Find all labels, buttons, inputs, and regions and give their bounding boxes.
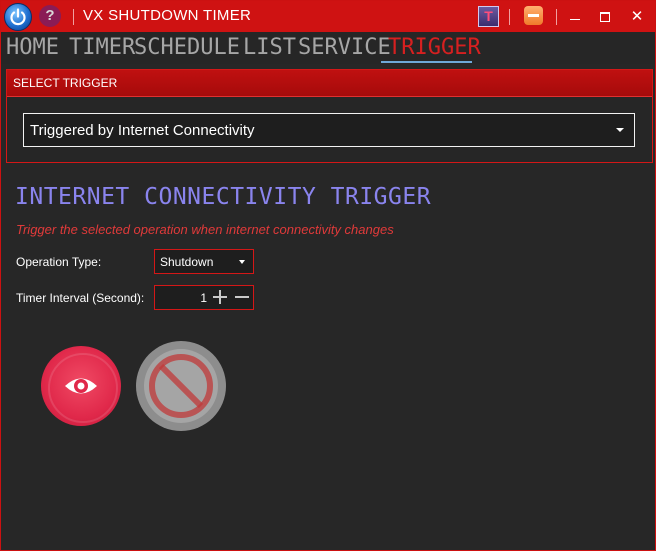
- tab-home[interactable]: HOME: [6, 35, 59, 61]
- trigger-dropdown-value: Triggered by Internet Connectivity: [30, 122, 255, 139]
- tray-minimize-icon[interactable]: [524, 6, 543, 25]
- title-separator: [73, 9, 74, 25]
- tab-schedule[interactable]: SCHEDULE: [134, 35, 240, 61]
- maximize-button[interactable]: [591, 1, 619, 32]
- panel-header: SELECT TRIGGER: [7, 70, 652, 97]
- title-separator: [556, 9, 557, 25]
- stop-button[interactable]: [136, 341, 226, 431]
- monitor-button[interactable]: [41, 346, 121, 426]
- trigger-dropdown[interactable]: Triggered by Internet Connectivity: [23, 113, 635, 147]
- help-icon[interactable]: ?: [39, 5, 61, 27]
- tab-service[interactable]: SERVICE: [298, 35, 391, 61]
- tab-trigger[interactable]: TRIGGER: [388, 35, 481, 61]
- operation-type-dropdown[interactable]: Shutdown: [154, 249, 254, 274]
- operation-type-label: Operation Type:: [16, 255, 102, 269]
- title-bar: ? VX SHUTDOWN TIMER T ✕: [1, 1, 655, 32]
- tab-timer[interactable]: TIMER: [69, 35, 135, 61]
- panel-title: SELECT TRIGGER: [13, 76, 118, 90]
- title-separator: [509, 9, 510, 25]
- minus-icon[interactable]: [233, 288, 251, 306]
- timer-interval-label: Timer Interval (Second):: [16, 291, 145, 305]
- power-icon[interactable]: [4, 3, 32, 31]
- power-symbol: [10, 8, 26, 26]
- theme-icon[interactable]: T: [478, 6, 499, 27]
- app-window: ? VX SHUTDOWN TIMER T ✕ HOME TIMER SCHED…: [0, 0, 656, 551]
- plus-icon[interactable]: [211, 288, 229, 306]
- section-title: INTERNET CONNECTIVITY TRIGGER: [15, 184, 432, 210]
- chevron-down-icon: [616, 128, 624, 132]
- section-subtitle: Trigger the selected operation when inte…: [16, 222, 394, 237]
- timer-interval-stepper[interactable]: 1: [154, 285, 254, 310]
- app-title: VX SHUTDOWN TIMER: [83, 7, 252, 24]
- chevron-down-icon: [239, 260, 245, 264]
- main-nav: HOME TIMER SCHEDULE LIST SERVICE TRIGGER: [1, 32, 655, 64]
- select-trigger-panel: SELECT TRIGGER Triggered by Internet Con…: [6, 69, 653, 163]
- minimize-button[interactable]: [561, 1, 589, 32]
- eye-icon: [65, 378, 97, 394]
- close-button[interactable]: ✕: [623, 1, 651, 32]
- stop-icon: [149, 354, 213, 418]
- active-tab-indicator: [381, 61, 472, 63]
- tab-list[interactable]: LIST: [243, 35, 296, 61]
- timer-interval-value[interactable]: 1: [200, 291, 207, 305]
- operation-type-value: Shutdown: [160, 255, 214, 269]
